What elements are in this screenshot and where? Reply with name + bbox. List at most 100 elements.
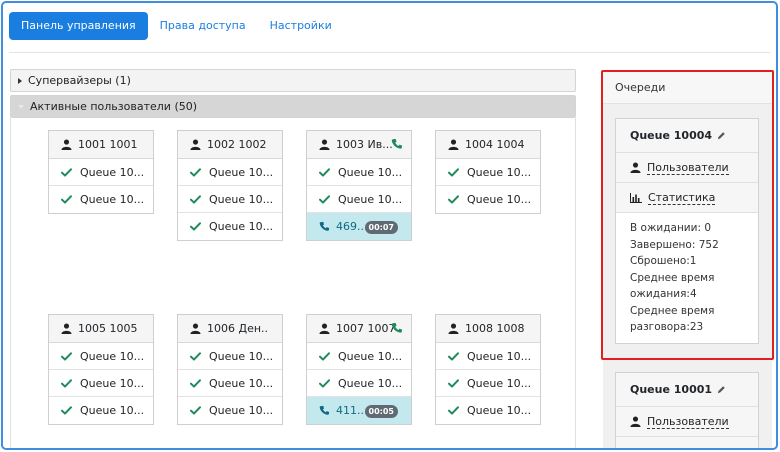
queue-label: Queue 10... — [209, 349, 274, 363]
user-name: 1006 Ден... — [207, 322, 269, 335]
queue-label: Queue 10... — [80, 404, 145, 417]
bar-chart-icon — [630, 192, 642, 203]
check-icon — [61, 378, 72, 388]
queue-label: Queue 10... — [209, 165, 274, 179]
check-icon — [319, 194, 330, 204]
user-card[interactable]: 1004 1004 Queue 10... Queue 10... — [435, 130, 541, 214]
queue-stats: В ожидании: 0 Завершено: 752 Сброшено:1 … — [616, 213, 758, 343]
queue-label: Queue 10... — [80, 349, 145, 363]
user-queue-row: Queue 10... — [49, 370, 153, 397]
section-active-users[interactable]: Активные пользователи (50) — [10, 95, 576, 118]
queue-label: Queue 10... — [80, 193, 145, 206]
user-card[interactable]: 1006 Ден... Queue 10... Queue 10... Queue 1… — [177, 314, 283, 425]
queues-panel: Очереди Queue 10004 Пользователи Статист… — [603, 72, 772, 448]
caret-right-icon — [18, 77, 22, 84]
pencil-icon[interactable] — [717, 385, 726, 394]
check-icon — [448, 406, 459, 415]
user-queue-row: Queue 10... — [436, 397, 540, 424]
user-queue-row: Queue 10... — [307, 159, 411, 186]
queue-label: Queue 10... — [467, 404, 532, 417]
phone-icon — [391, 322, 403, 334]
check-icon — [61, 351, 72, 361]
user-queue-row: Queue 10... — [178, 343, 282, 370]
user-queue-row: Queue 10... — [307, 186, 411, 213]
queue-card-header: Queue 10004 — [616, 119, 758, 153]
user-icon — [319, 139, 330, 150]
check-icon — [190, 167, 201, 177]
check-icon — [190, 406, 201, 415]
user-card-header: 1007 1007 — [307, 315, 411, 343]
queue-users-link[interactable]: Пользователи — [616, 407, 758, 437]
user-card-header: 1003 Ив... — [307, 131, 411, 159]
queue-label: Queue 10... — [209, 404, 274, 417]
user-queue-row: Queue 10... — [178, 186, 282, 213]
user-card[interactable]: 1005 1005 Queue 10... Queue 10... Queue 10.… — [48, 314, 154, 425]
check-icon — [319, 351, 330, 361]
user-card[interactable]: 1002 1002 Queue 10... Queue 10... Queue 10.… — [177, 130, 283, 241]
stat-waiting: В ожидании: 0 — [630, 222, 712, 234]
user-name: 1003 Ив... — [336, 138, 393, 151]
check-icon — [190, 194, 201, 204]
user-queue-row: Queue 10... — [436, 159, 540, 186]
stat-dropped: Сброшено:1 — [630, 255, 697, 267]
queue-label: Queue 10... — [338, 165, 403, 179]
tab-access-rights[interactable]: Права доступа — [148, 12, 258, 40]
queue-label: Queue 10... — [209, 376, 274, 390]
queue-label: Queue 10... — [467, 165, 532, 179]
queue-label: Queue 10... — [80, 376, 145, 390]
queue-users-link[interactable]: Пользователи — [616, 153, 758, 183]
queue-card-header: Queue 10001 — [616, 373, 758, 407]
check-icon — [61, 195, 72, 204]
queue-stats-link[interactable]: Статистика — [616, 183, 758, 213]
phone-icon — [319, 405, 330, 415]
call-number: 469... — [336, 220, 368, 233]
user-name: 1004 1004 — [465, 138, 525, 151]
user-name: 1007 1007 — [336, 322, 396, 335]
user-card[interactable]: 1008 1008 Queue 10... Queue 10... Queue 10.… — [435, 314, 541, 425]
pencil-icon[interactable] — [717, 131, 726, 140]
section-supervisors[interactable]: Супервайзеры (1) — [10, 69, 576, 92]
user-queue-row: Queue 10... — [178, 397, 282, 424]
user-queue-row: Queue 10... — [436, 186, 540, 213]
active-call-row[interactable]: 469... 00:07 — [307, 213, 411, 240]
queue-users-link-label: Пользователи — [647, 414, 729, 429]
active-call-row[interactable]: 411... 00:05 — [307, 397, 411, 424]
user-card[interactable]: 1001 1001 Queue 10... Queue 10... — [48, 130, 154, 214]
queue-label: Queue 10... — [209, 220, 274, 233]
section-active-users-label: Активные пользователи (50) — [30, 100, 198, 113]
stat-avg-talk-label: Среднее время — [630, 304, 715, 317]
user-card-header: 1008 1008 — [436, 315, 540, 343]
user-icon — [61, 323, 72, 334]
user-icon — [630, 162, 641, 173]
user-card-header: 1004 1004 — [436, 131, 540, 159]
user-card-header: 1001 1001 — [49, 131, 153, 159]
check-icon — [448, 378, 459, 388]
tab-dashboard[interactable]: Панель управления — [9, 12, 148, 40]
user-card-header: 1006 Ден... — [178, 315, 282, 343]
queue-label: Queue 10... — [467, 376, 532, 390]
users-grid: 1001 1001 Queue 10... Queue 10... 1002 1002… — [10, 118, 576, 448]
queue-label: Queue 10... — [80, 165, 145, 179]
phone-icon — [319, 221, 330, 231]
check-icon — [190, 378, 201, 388]
queues-panel-title: Очереди — [603, 72, 772, 104]
queue-card-next-row — [616, 437, 758, 448]
queue-label: Queue 10... — [467, 193, 532, 206]
queue-label: Queue 10... — [209, 192, 274, 206]
user-card[interactable]: 1003 Ив... Queue 10... Queue 10... 469... 00… — [306, 130, 412, 241]
user-card[interactable]: 1007 1007 Queue 10... Queue 10... 411... 00:… — [306, 314, 412, 425]
queue-label: Queue 10... — [338, 376, 403, 390]
stat-avg-wait-value: ожидания:4 — [630, 288, 697, 300]
tabs-divider — [9, 52, 770, 53]
user-queue-row: Queue 10... — [178, 370, 282, 397]
check-icon — [319, 167, 330, 177]
user-queue-row: Queue 10... — [307, 343, 411, 370]
user-queue-row: Queue 10... — [49, 186, 153, 213]
queue-card: Queue 10001 Пользователи — [615, 372, 759, 448]
stat-completed: Завершено: 752 — [630, 238, 719, 251]
user-icon — [190, 139, 201, 150]
queue-name: Queue 10001 — [630, 383, 713, 396]
tab-settings[interactable]: Настройки — [258, 12, 344, 40]
user-name: 1005 1005 — [78, 322, 138, 335]
queue-stats-link-label: Статистика — [648, 190, 716, 205]
